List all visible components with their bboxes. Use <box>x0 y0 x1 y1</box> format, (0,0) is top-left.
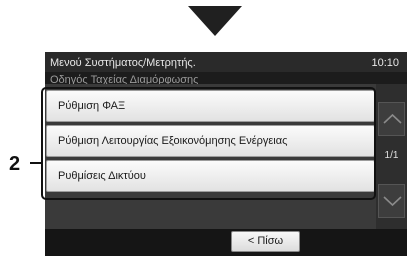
back-button[interactable]: < Πίσω <box>231 231 300 252</box>
breadcrumb: Μενού Συστήματος/Μετρητής. <box>50 57 196 69</box>
scroll-up-button[interactable] <box>378 102 405 136</box>
bottom-bar: < Πίσω <box>45 229 407 256</box>
scroll-down-button[interactable] <box>378 184 405 218</box>
page-indicator: 1/1 <box>384 150 399 161</box>
scroll-column: 1/1 <box>376 84 407 244</box>
chevron-down-icon <box>383 196 402 207</box>
clock: 10:10 <box>371 57 399 69</box>
callout-number: 2 <box>9 153 21 175</box>
step-arrow-down-icon <box>188 6 242 36</box>
title-bar: Μενού Συστήματος/Μετρητής. 10:10 <box>45 52 407 72</box>
callout-highlight <box>41 87 376 200</box>
callout-connector <box>30 162 41 164</box>
page-subtitle: Οδηγός Ταχείας Διαμόρφωσης <box>50 74 199 84</box>
chevron-up-icon <box>383 113 402 124</box>
